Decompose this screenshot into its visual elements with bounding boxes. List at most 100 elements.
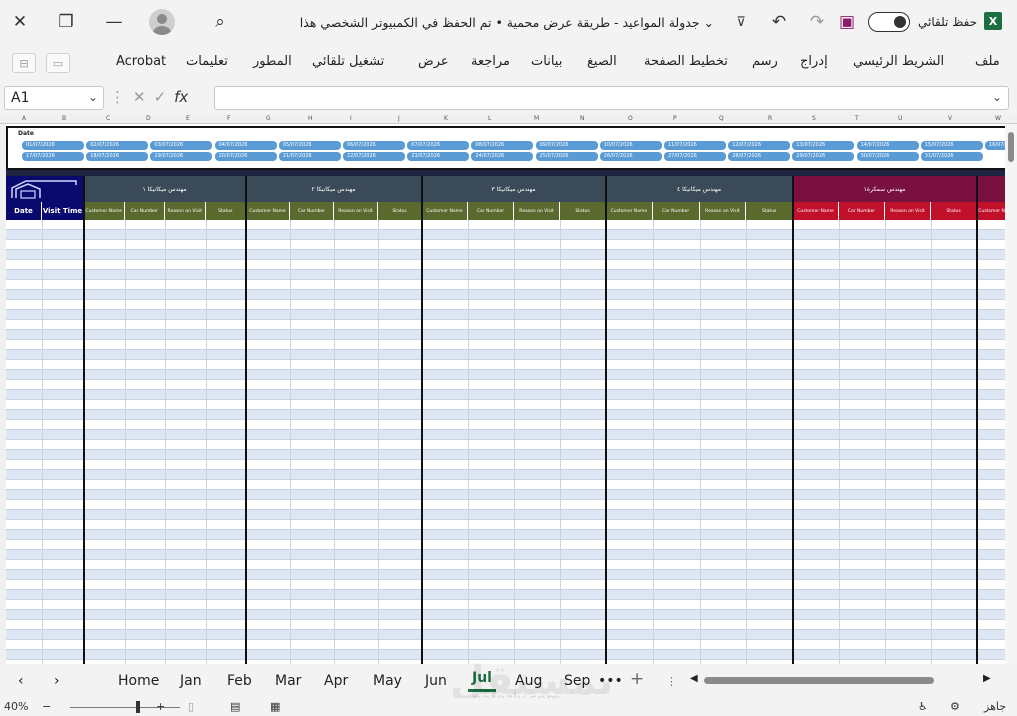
table-row[interactable]	[6, 500, 1017, 510]
date-chip[interactable]: 11/07/2026	[664, 141, 726, 150]
table-row[interactable]	[6, 520, 1017, 530]
tab-formulas[interactable]: الصيغ	[587, 54, 617, 69]
column-header[interactable]: Q	[719, 115, 724, 122]
column-header[interactable]: F	[227, 115, 230, 122]
table-row[interactable]	[6, 330, 1017, 340]
date-chip[interactable]: 06/07/2026	[343, 141, 405, 150]
ribbon-collapse-icon[interactable]: ⊟	[12, 53, 36, 73]
tab-split-icon[interactable]: ⋮	[666, 675, 677, 688]
date-chip[interactable]: 17/07/2026	[22, 152, 84, 161]
table-row[interactable]	[6, 460, 1017, 470]
horizontal-scrollbar[interactable]: ◀ ▶	[690, 673, 991, 685]
zoom-in-icon[interactable]: +	[156, 700, 165, 713]
column-header[interactable]: M	[534, 115, 539, 122]
tab-automate[interactable]: تشغيل تلقائي	[312, 54, 384, 69]
tab-review[interactable]: مراجعة	[471, 54, 510, 69]
tab-help[interactable]: تعليمات	[186, 54, 228, 69]
column-header[interactable]: B	[62, 115, 66, 122]
tab-draw[interactable]: رسم	[752, 54, 778, 69]
tab-home[interactable]: الشريط الرئيسي	[853, 54, 944, 69]
redo-icon[interactable]: ↷	[803, 8, 831, 36]
table-row[interactable]	[6, 300, 1017, 310]
table-row[interactable]	[6, 480, 1017, 490]
comments-icon[interactable]: ▭	[46, 53, 70, 73]
column-header[interactable]: A	[22, 115, 26, 122]
date-chip[interactable]: 07/07/2026	[407, 141, 470, 150]
document-title[interactable]: ⌄ جدولة المواعيد - طريقة عرض محمية • تم …	[300, 15, 714, 30]
sheet-tab-jun[interactable]: Jun	[425, 673, 447, 689]
column-header[interactable]: R	[768, 115, 772, 122]
table-row[interactable]	[6, 600, 1017, 610]
minimize-icon[interactable]: —	[100, 8, 128, 36]
normal-view-icon[interactable]: ▦	[270, 700, 280, 713]
add-sheet-icon[interactable]: +	[630, 669, 644, 689]
table-row[interactable]	[6, 270, 1017, 280]
zoom-out-icon[interactable]: −	[42, 700, 51, 713]
table-row[interactable]	[6, 390, 1017, 400]
date-chip[interactable]: 20/07/2026	[214, 152, 277, 161]
column-header[interactable]: U	[898, 115, 902, 122]
date-chip[interactable]: 02/07/2026	[86, 141, 149, 150]
display-settings-icon[interactable]: ⚙	[950, 700, 960, 713]
table-row[interactable]	[6, 290, 1017, 300]
restore-icon[interactable]: ❐	[52, 8, 80, 36]
table-row[interactable]	[6, 260, 1017, 270]
table-row[interactable]	[6, 350, 1017, 360]
column-header[interactable]: S	[812, 115, 816, 122]
autosave-toggle[interactable]	[868, 12, 910, 32]
tab-file[interactable]: ملف	[975, 54, 1000, 69]
date-chip[interactable]: 27/07/2026	[664, 152, 726, 161]
expand-formula-icon[interactable]: ⌄	[992, 90, 1002, 104]
date-chip[interactable]: 14/07/2026	[856, 141, 919, 150]
scroll-tabs-left-icon[interactable]: ‹	[18, 673, 24, 689]
column-header[interactable]: L	[488, 115, 491, 122]
sheet-tab-feb[interactable]: Feb	[227, 673, 252, 689]
table-row[interactable]	[6, 540, 1017, 550]
tab-acrobat[interactable]: Acrobat	[116, 54, 166, 69]
date-chip[interactable]: 28/07/2026	[728, 152, 791, 161]
table-row[interactable]	[6, 530, 1017, 540]
column-headers[interactable]: A B C D E F G H I J K L M N O P Q R S T U V W	[0, 114, 1017, 124]
column-header[interactable]: V	[948, 115, 952, 122]
table-row[interactable]	[6, 450, 1017, 460]
table-row[interactable]	[6, 280, 1017, 290]
table-row[interactable]	[6, 560, 1017, 570]
column-header[interactable]: I	[350, 115, 352, 122]
sheet-tab-home[interactable]: Home	[118, 673, 159, 689]
column-header[interactable]: N	[580, 115, 585, 122]
worksheet-grid[interactable]: ABCDEFGHIJKLMNOPQRSTUVW Date 01/07/2026 0…	[0, 114, 1017, 664]
function-icon[interactable]: fx	[174, 88, 188, 106]
date-chip[interactable]: 09/07/2026	[535, 141, 598, 150]
table-row[interactable]	[6, 550, 1017, 560]
accessibility-icon[interactable]: ♿	[918, 700, 928, 713]
vertical-scroll-thumb[interactable]	[1008, 132, 1014, 162]
date-chip[interactable]: 24/07/2026	[471, 152, 534, 161]
table-row[interactable]	[6, 440, 1017, 450]
sheet-tab-jan[interactable]: Jan	[180, 673, 202, 689]
table-row[interactable]	[6, 640, 1017, 650]
column-header[interactable]: H	[308, 115, 313, 122]
table-row[interactable]	[6, 510, 1017, 520]
more-options-icon[interactable]: ⋮	[110, 88, 125, 106]
tab-data[interactable]: بيانات	[531, 54, 562, 69]
date-chip[interactable]: 12/07/2026	[728, 141, 791, 150]
scroll-right-icon[interactable]: ▶	[983, 673, 991, 684]
table-row[interactable]	[6, 470, 1017, 480]
date-chip[interactable]: 19/07/2026	[150, 152, 213, 161]
sheet-tab-may[interactable]: May	[373, 673, 402, 689]
column-header[interactable]: J	[398, 115, 400, 122]
table-row[interactable]	[6, 420, 1017, 430]
vertical-scrollbar[interactable]	[1005, 124, 1017, 664]
tab-page-layout[interactable]: تخطيط الصفحة	[644, 54, 728, 69]
table-row[interactable]	[6, 400, 1017, 410]
tab-insert[interactable]: إدراج	[800, 54, 828, 69]
column-header[interactable]: E	[186, 115, 190, 122]
zoom-level[interactable]: 40%	[4, 700, 28, 713]
search-icon[interactable]: ⌕	[206, 8, 234, 36]
sheet-tab-apr[interactable]: Apr	[324, 673, 348, 689]
scroll-left-icon[interactable]: ◀	[690, 673, 698, 684]
column-header[interactable]: T	[855, 115, 859, 122]
date-chip[interactable]: 10/07/2026	[599, 141, 662, 150]
table-row[interactable]	[6, 310, 1017, 320]
formula-input[interactable]: ⌄	[214, 86, 1009, 110]
